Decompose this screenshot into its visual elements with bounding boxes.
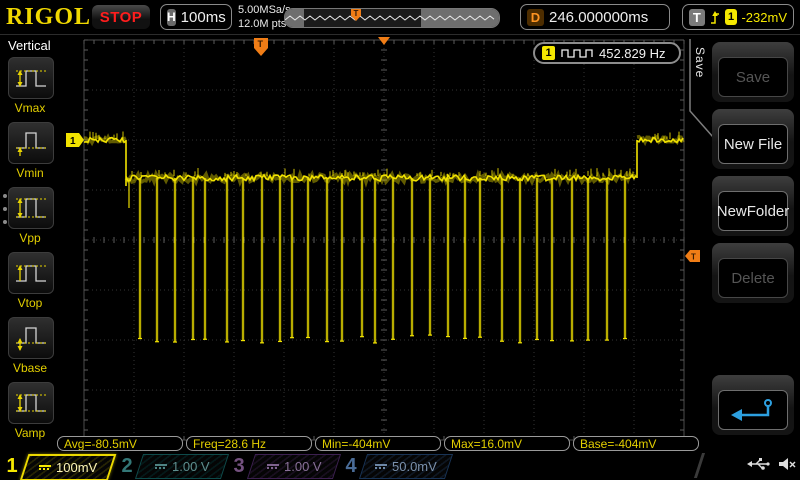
acquisition-info: 5.00MSa/s 12.0M pts xyxy=(238,3,291,31)
horizontal-timebase-box[interactable]: H 100ms xyxy=(160,4,232,30)
channel-3-number: 3 xyxy=(230,455,248,478)
channel-1-cell[interactable]: 100mV xyxy=(20,454,117,480)
system-status-icons xyxy=(746,456,798,472)
trigger-level-value: -232mV xyxy=(741,10,787,25)
svg-text:T: T xyxy=(258,39,264,49)
channel-3-scale: 1.00 V xyxy=(284,459,322,474)
run-stop-indicator[interactable]: STOP xyxy=(92,5,150,29)
vmin-icon xyxy=(13,128,49,158)
sample-rate: 5.00MSa/s xyxy=(238,3,291,17)
oscilloscope-screen: 1 T T RIGOL STOP H 100ms 5.00MSa/s 12.0M p… xyxy=(0,0,800,480)
channel-bar-divider xyxy=(694,453,705,478)
timebase-value: 100ms xyxy=(181,9,226,26)
memory-depth: 12.0M pts xyxy=(238,17,291,31)
hardware-freq-counter: 1 452.829 Hz xyxy=(533,42,681,64)
vamp-icon xyxy=(13,388,49,418)
coupling-dc-icon xyxy=(375,463,387,470)
h-icon: H xyxy=(167,9,176,26)
preview-wave-icon xyxy=(285,9,499,27)
channel-4-cell[interactable]: 50.0mV xyxy=(359,454,453,479)
menu-item-vtop[interactable]: Vtop xyxy=(8,252,52,310)
delay-icon: D xyxy=(527,9,544,26)
trigger-icon: T xyxy=(689,9,705,26)
coupling-dc-icon xyxy=(155,463,167,470)
square-wave-icon xyxy=(560,47,594,59)
channel-4-scale: 50.0mV xyxy=(392,459,437,474)
vpp-icon xyxy=(13,193,49,223)
return-arrow-icon xyxy=(724,397,782,423)
new-file-button[interactable]: New File xyxy=(712,109,794,169)
trigger-source-badge: 1 xyxy=(725,9,738,25)
menu-item-vbase[interactable]: Vbase xyxy=(8,317,52,375)
run-state-label: STOP xyxy=(100,9,143,26)
measurement-avg: Avg=-80.5mV xyxy=(57,436,183,451)
left-menu-title: Vertical xyxy=(8,38,51,53)
freq-counter-value: 452.829 Hz xyxy=(599,46,666,61)
channel-3-cell[interactable]: 1.00 V xyxy=(247,454,341,479)
new-folder-button[interactable]: NewFolder xyxy=(712,176,794,236)
usb-icon xyxy=(746,456,770,472)
trigger-slope-icon xyxy=(709,10,721,25)
menu-item-vmin[interactable]: Vmin xyxy=(8,122,52,180)
menu-page-dots-icon xyxy=(3,194,7,224)
back-button[interactable] xyxy=(712,375,794,435)
delay-value: 246.000000ms xyxy=(549,9,648,26)
waveform-display: 1 T T xyxy=(0,0,800,480)
vtop-icon xyxy=(13,258,49,288)
trigger-info-box[interactable]: T 1 -232mV xyxy=(682,4,794,30)
delete-button[interactable]: Delete xyxy=(712,243,794,303)
channel-2-cell[interactable]: 1.00 V xyxy=(135,454,229,479)
tab-label: Save xyxy=(693,47,707,78)
right-menu-tab: Save xyxy=(688,37,714,139)
trigger-delay-box[interactable]: D 246.000000ms xyxy=(520,4,670,30)
waveform-preview-strip: T xyxy=(284,8,500,28)
vbase-icon xyxy=(13,323,49,353)
measurement-max: Max=16.0mV xyxy=(444,436,570,451)
menu-item-vamp[interactable]: Vamp xyxy=(8,382,52,440)
menu-item-vmax[interactable]: Vmax xyxy=(8,57,52,115)
speaker-muted-icon xyxy=(778,456,798,472)
vmax-icon xyxy=(13,63,49,93)
channel-1-scale: 100mV xyxy=(56,460,97,475)
measurement-min: Min=-404mV xyxy=(315,436,441,451)
coupling-dc-icon xyxy=(267,463,279,470)
channel-4-number: 4 xyxy=(342,455,360,478)
channel-2-number: 2 xyxy=(118,455,136,478)
coupling-dc-icon xyxy=(39,464,51,471)
save-button[interactable]: Save xyxy=(712,42,794,102)
top-status-bar: RIGOL STOP H 100ms 5.00MSa/s 12.0M pts T… xyxy=(0,0,800,35)
channel-1-number: 1 xyxy=(3,455,21,478)
measurement-base: Base=-404mV xyxy=(573,436,699,451)
channel-2-scale: 1.00 V xyxy=(172,459,210,474)
measurement-freq: Freq=28.6 Hz xyxy=(186,436,312,451)
svg-text:1: 1 xyxy=(70,136,76,147)
freq-channel-badge: 1 xyxy=(542,46,555,60)
menu-item-vpp[interactable]: Vpp xyxy=(8,187,52,245)
svg-text:T: T xyxy=(691,253,696,262)
rigol-logo: RIGOL xyxy=(6,4,91,31)
